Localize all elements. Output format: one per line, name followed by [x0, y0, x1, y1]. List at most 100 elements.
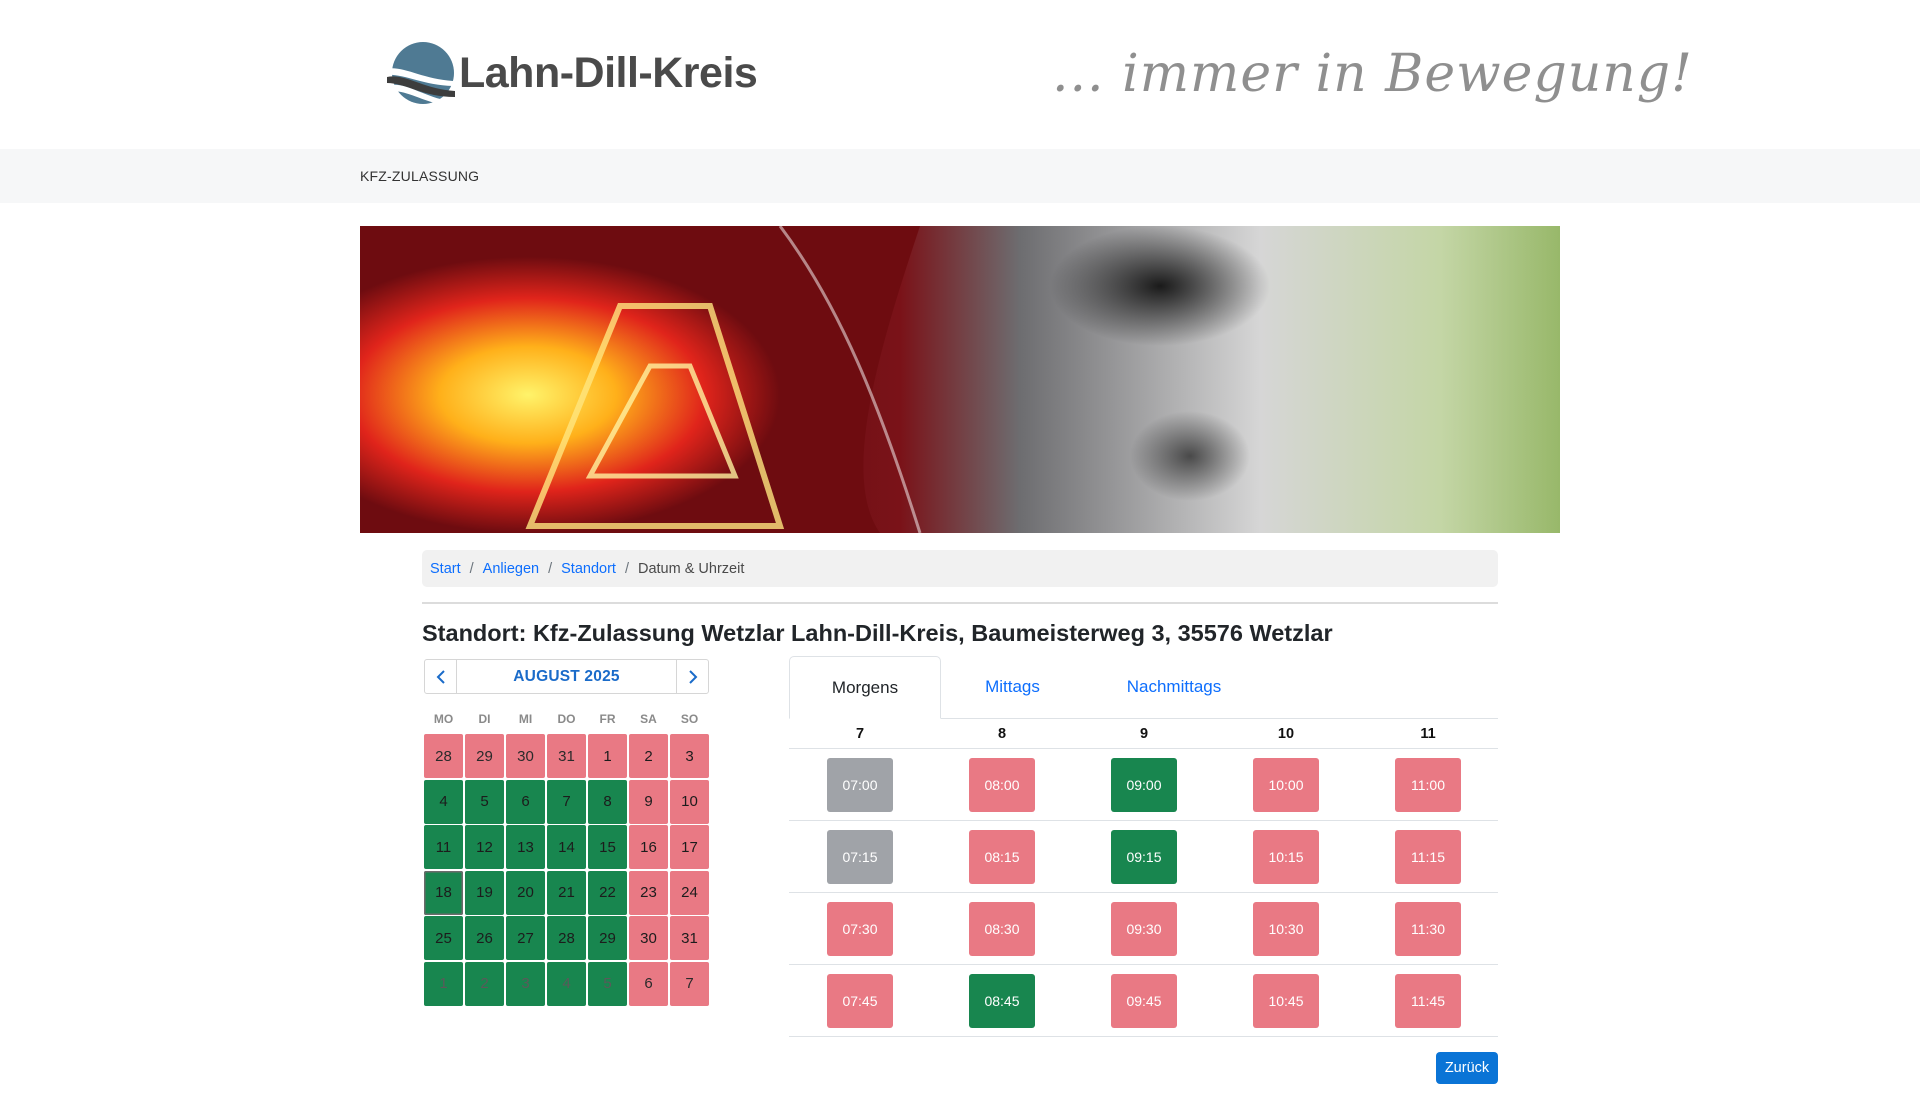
- time-slot-button[interactable]: 10:00: [1253, 757, 1319, 812]
- calendar-day[interactable]: 30: [629, 916, 668, 960]
- tab-nachmittags[interactable]: Nachmittags: [1084, 656, 1264, 718]
- tab-morgens[interactable]: Morgens: [789, 656, 941, 719]
- hour-header: 11: [1420, 725, 1436, 742]
- breadcrumb: Start / Anliegen / Standort / Datum & Uh…: [422, 550, 1498, 587]
- calendar-day[interactable]: 28: [547, 916, 586, 960]
- weekday-label: MI: [518, 712, 533, 726]
- calendar-header: AUGUST 2025: [424, 659, 709, 694]
- weekday-label: FR: [599, 712, 616, 726]
- calendar-day[interactable]: 6: [506, 779, 545, 824]
- calendar-day[interactable]: 29: [588, 916, 627, 960]
- back-button[interactable]: Zurück: [1436, 1052, 1498, 1084]
- time-slot-button[interactable]: 09:30: [1111, 901, 1177, 956]
- calendar-day[interactable]: 11: [424, 825, 463, 869]
- calendar-day[interactable]: 3: [506, 961, 545, 1006]
- time-table-row: 07:15 08:15 09:15 10:15 11:15: [789, 821, 1498, 893]
- time-slot-button[interactable]: 07:15: [827, 829, 893, 884]
- divider: [422, 602, 1498, 604]
- calendar-day[interactable]: 29: [465, 734, 504, 778]
- breadcrumb-separator: /: [548, 560, 553, 577]
- slogan: ... immer in Bewegung!: [1052, 44, 1693, 104]
- weekday-label: SA: [640, 712, 657, 726]
- calendar-day[interactable]: 20: [506, 870, 545, 915]
- calendar-day[interactable]: 17: [670, 825, 709, 869]
- calendar-prev-button[interactable]: [425, 660, 457, 693]
- time-slot-button[interactable]: 07:00: [827, 757, 893, 812]
- navbar: KFZ-ZULASSUNG: [0, 149, 1920, 203]
- calendar-day[interactable]: 2: [629, 734, 668, 778]
- time-slot-button[interactable]: 10:15: [1253, 829, 1319, 884]
- calendar-day[interactable]: 13: [506, 825, 545, 869]
- logo-mark-icon: [385, 42, 455, 105]
- time-slot-button[interactable]: 08:00: [969, 757, 1035, 812]
- time-slot-button[interactable]: 11:45: [1395, 973, 1461, 1028]
- calendar-day[interactable]: 12: [465, 825, 504, 869]
- calendar-day[interactable]: 4: [547, 961, 586, 1006]
- calendar-day[interactable]: 6: [629, 961, 668, 1006]
- calendar-day[interactable]: 19: [465, 870, 504, 915]
- time-slot-button[interactable]: 08:30: [969, 901, 1035, 956]
- calendar-day[interactable]: 7: [670, 961, 709, 1006]
- calendar-day[interactable]: 25: [424, 916, 463, 960]
- calendar-day[interactable]: 24: [670, 870, 709, 915]
- calendar-day[interactable]: 2: [465, 961, 504, 1006]
- time-slot-button[interactable]: 10:30: [1253, 901, 1319, 956]
- calendar-day[interactable]: 9: [629, 779, 668, 824]
- calendar-day[interactable]: 26: [465, 916, 504, 960]
- time-slot-button[interactable]: 07:30: [827, 901, 893, 956]
- breadcrumb-start[interactable]: Start: [430, 561, 461, 577]
- calendar-day[interactable]: 1: [424, 961, 463, 1006]
- time-slot-button[interactable]: 08:45: [969, 973, 1035, 1028]
- time-slot-table: 7 8 9 10 11 07:00 08:00 09:00 10:00 11:0…: [789, 719, 1498, 1037]
- calendar-day[interactable]: 10: [670, 779, 709, 824]
- calendar-day[interactable]: 30: [506, 734, 545, 778]
- time-slot-button[interactable]: 09:00: [1111, 757, 1177, 812]
- calendar-day[interactable]: 16: [629, 825, 668, 869]
- calendar-day[interactable]: 27: [506, 916, 545, 960]
- calendar-day[interactable]: 5: [465, 779, 504, 824]
- calendar-next-button[interactable]: [676, 660, 708, 693]
- time-tabs: Morgens Mittags Nachmittags: [789, 656, 1498, 719]
- logo-text: Lahn-Dill-Kreis: [459, 48, 758, 97]
- breadcrumb-anliegen[interactable]: Anliegen: [483, 561, 539, 577]
- calendar-day[interactable]: 23: [629, 870, 668, 915]
- time-slot-button[interactable]: 09:15: [1111, 829, 1177, 884]
- calendar-day[interactable]: 7: [547, 779, 586, 824]
- time-slot-button[interactable]: 11:15: [1395, 829, 1461, 884]
- weekday-label: DO: [557, 712, 576, 726]
- hour-header: 9: [1139, 725, 1149, 742]
- calendar-day[interactable]: 31: [670, 916, 709, 960]
- calendar-weekdays: MO DI MI DO FR SA SO: [423, 712, 711, 726]
- time-slot-button[interactable]: 08:15: [969, 829, 1035, 884]
- hour-header: 8: [997, 725, 1007, 742]
- time-slot-button[interactable]: 11:30: [1395, 901, 1461, 956]
- calendar-day[interactable]: 5: [588, 961, 627, 1006]
- tab-mittags[interactable]: Mittags: [941, 656, 1084, 718]
- calendar-day[interactable]: 4: [424, 779, 463, 824]
- time-slot-button[interactable]: 11:00: [1395, 757, 1461, 812]
- page-title: Standort: Kfz-Zulassung Wetzlar Lahn-Dil…: [422, 620, 1333, 646]
- breadcrumb-separator: /: [469, 560, 474, 577]
- calendar-day[interactable]: 14: [547, 825, 586, 869]
- calendar-day[interactable]: 1: [588, 734, 627, 778]
- calendar-day[interactable]: 28: [424, 734, 463, 778]
- time-table-row: 07:00 08:00 09:00 10:00 11:00: [789, 749, 1498, 821]
- calendar-day[interactable]: 21: [547, 870, 586, 915]
- time-table-row: 07:30 08:30 09:30 10:30 11:30: [789, 893, 1498, 965]
- calendar-day[interactable]: 15: [588, 825, 627, 869]
- calendar-day[interactable]: 3: [670, 734, 709, 778]
- logo[interactable]: Lahn-Dill-Kreis: [383, 38, 758, 108]
- weekday-label: DI: [478, 712, 491, 726]
- chevron-right-icon: [688, 669, 697, 684]
- time-slot-button[interactable]: 07:45: [827, 973, 893, 1028]
- hour-header: 10: [1277, 725, 1295, 742]
- calendar-day[interactable]: 22: [588, 870, 627, 915]
- tail-light-photo: [360, 226, 1560, 533]
- calendar-day[interactable]: 8: [588, 779, 627, 824]
- breadcrumb-standort[interactable]: Standort: [561, 561, 616, 577]
- calendar-day[interactable]: 31: [547, 734, 586, 778]
- time-slot-button[interactable]: 09:45: [1111, 973, 1177, 1028]
- nav-kfz-zulassung[interactable]: KFZ-ZULASSUNG: [360, 168, 479, 184]
- calendar-day-today[interactable]: 18: [424, 870, 463, 915]
- time-slot-button[interactable]: 10:45: [1253, 973, 1319, 1028]
